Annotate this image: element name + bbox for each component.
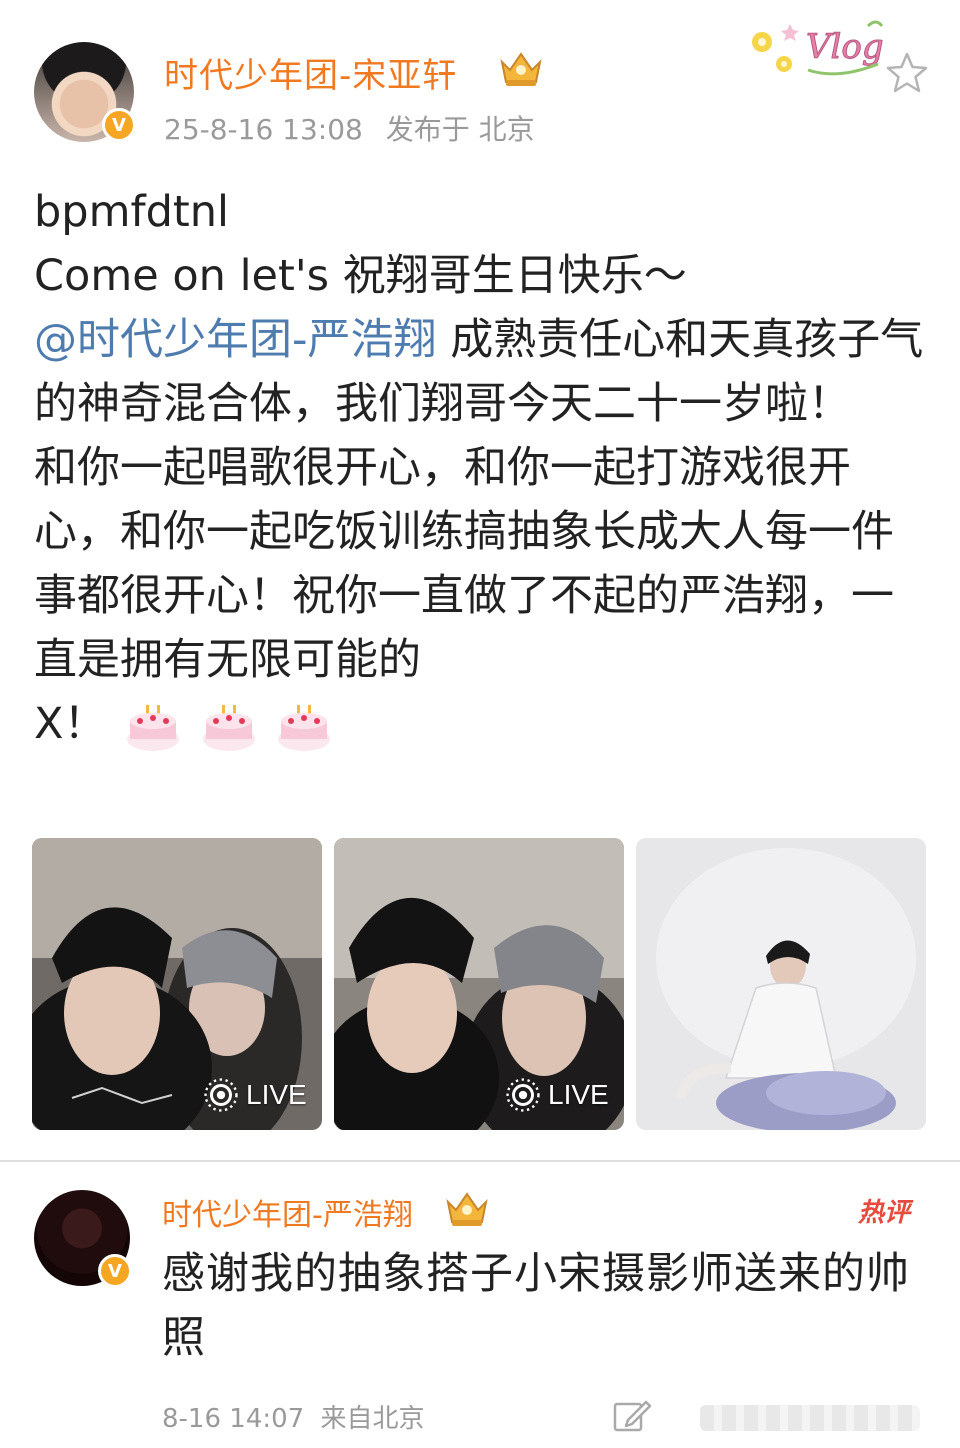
commenter-avatar[interactable]: V [34,1190,132,1288]
commenter-name[interactable]: 时代少年团-严浩翔 [162,1190,413,1234]
post-paragraph: @时代少年团-严浩翔 成熟责任心和天真孩子气的神奇混合体，我们翔哥今天二十一岁啦… [34,308,934,436]
comment-text: 感谢我的抽象搭子小宋摄影师送来的帅照 [162,1249,910,1363]
live-badge: LIVE [504,1076,609,1114]
cake-icon [127,704,180,751]
post-text-segment: X！ [34,699,107,749]
live-label: LIVE [246,1079,307,1110]
post-location: 发布于 北京 [385,113,535,146]
crown-badge-icon [446,1192,488,1226]
like-area[interactable] [700,1398,920,1438]
photo-thumbnail[interactable]: LIVE [334,838,624,1130]
cake-icon [278,704,331,751]
author-avatar[interactable]: V [34,42,136,142]
live-photo-icon [204,1078,238,1112]
post-line: Come on let's 祝翔哥生日快乐～ [34,251,687,301]
hot-comment: V 时代少年团-严浩翔 热评 感谢我的抽象搭子小宋摄影师送来的帅照 8-16 1… [0,1162,960,1448]
post-meta: 25-8-16 13:08 发布于 北京 [164,108,549,148]
comment-date: 8-16 14:07 [162,1404,305,1434]
verified-icon: V [98,1254,132,1288]
post-header: V 时代少年团-宋亚轩 25-8-16 13:08 发布于 北京 Vlog [0,0,960,170]
photo-image [636,838,926,1130]
live-badge: LIVE [202,1076,307,1114]
post-paragraph: X！ [34,692,934,756]
post-paragraph: 和你一起唱歌很开心，和你一起打游戏很开心，和你一起吃饭训练搞抽象长成大人每一件事… [34,436,934,692]
cake-icon [202,704,255,751]
live-photo-icon [506,1078,540,1112]
favorite-star-icon[interactable] [884,50,930,96]
post-text-segment: 和你一起唱歌很开心，和你一起打游戏很开心，和你一起吃饭训练搞抽象长成大人每一件事… [34,443,894,685]
post-timestamp: 25-8-16 13:08 [164,113,363,146]
author-name[interactable]: 时代少年团-宋亚轩 [164,48,457,97]
post-text: bpmfdtnl Come on let's 祝翔哥生日快乐～ @时代少年团-严… [34,180,934,756]
verified-icon: V [102,108,136,142]
photo-thumbnail[interactable]: LIVE [32,838,322,1130]
comment-source: 来自北京 [320,1404,425,1434]
post-line: bpmfdtnl [34,187,229,237]
hot-comment-badge: 热评 [858,1198,911,1228]
mention-link[interactable]: @时代少年团-严浩翔 [34,315,437,365]
image-grid: LIVE LIVE [32,838,928,1130]
live-label: LIVE [548,1079,609,1110]
crown-badge-icon [500,52,542,86]
photo-thumbnail[interactable] [636,838,926,1130]
vlog-sticker-icon: Vlog [752,20,884,76]
comment-meta: 8-16 14:07 来自北京 [162,1398,432,1435]
vlog-sticker-text: Vlog [806,27,884,67]
like-indicator [700,1405,920,1431]
reply-edit-icon[interactable] [612,1398,652,1434]
